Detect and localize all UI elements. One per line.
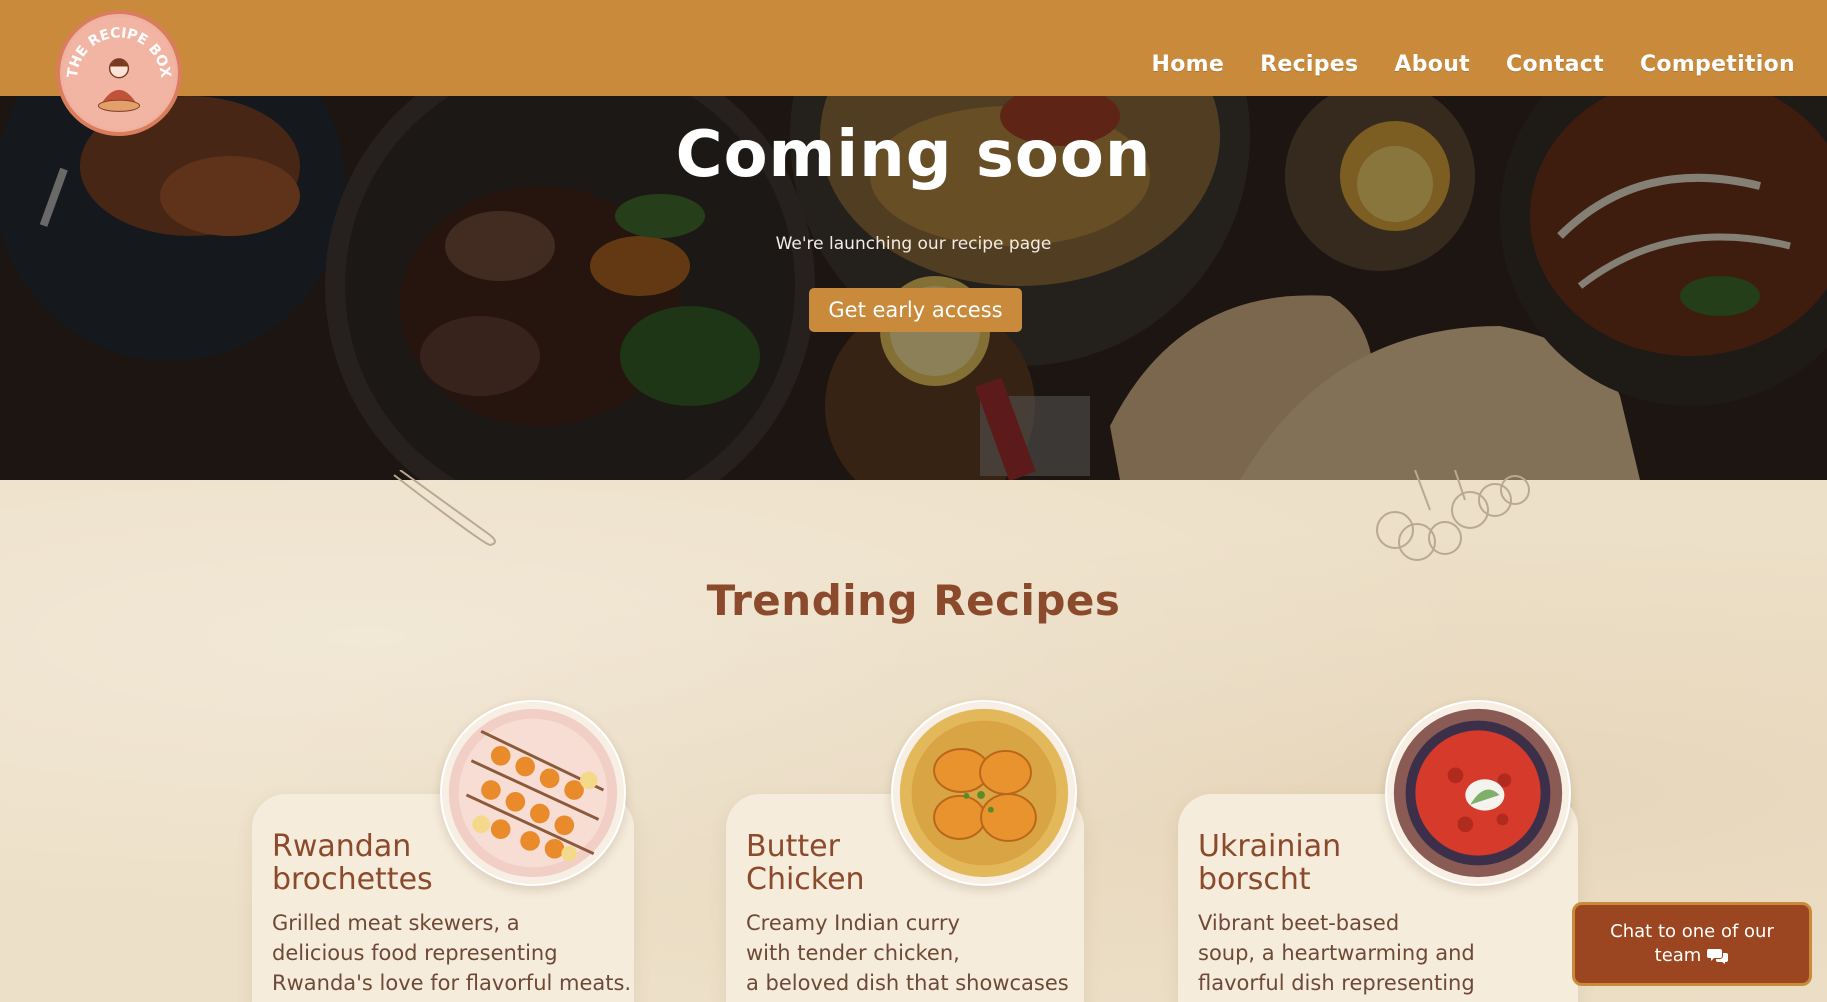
card-description: Creamy Indian curry with tender chicken,… [746, 911, 1069, 995]
nav-competition-link[interactable]: Competition [1640, 52, 1795, 77]
chat-label-line1: Chat to one of our [1610, 921, 1774, 942]
main-nav: Home Recipes About Contact Competition [1152, 52, 1795, 77]
site-header: Home Recipes About Contact Competition [0, 0, 1827, 96]
hero-title: Coming soon [675, 118, 1152, 192]
card-title: Butter Chicken [746, 829, 865, 897]
chat-bubbles-icon [1707, 949, 1729, 964]
butter-chicken-plate-icon[interactable] [891, 700, 1077, 886]
broccoli-sketch-icon [1376, 470, 1530, 561]
nav-about-link[interactable]: About [1394, 52, 1470, 77]
card-title: Rwandan brochettes [272, 829, 433, 897]
chat-with-team-button[interactable]: Chat to one of our team [1572, 902, 1812, 986]
chat-label-line2: team [1654, 945, 1702, 966]
section-title: Trending Recipes [706, 576, 1121, 625]
borscht-bowl-icon[interactable] [1385, 700, 1571, 886]
hero-subtitle: We're launching our recipe page [775, 234, 1052, 254]
nav-recipes-link[interactable]: Recipes [1260, 52, 1358, 77]
get-early-access-button[interactable]: Get early access [809, 288, 1022, 332]
card-description: Grilled meat skewers, a delicious food r… [272, 911, 632, 995]
card-description: Vibrant beet-based soup, a heartwarming … [1198, 911, 1475, 995]
recipe-box-logo[interactable]: THE RECIPE BOX [56, 10, 182, 136]
hero-banner: Coming soon We're launching our recipe p… [0, 96, 1827, 480]
nav-contact-link[interactable]: Contact [1506, 52, 1604, 77]
logo-illustration-icon: THE RECIPE BOX [62, 16, 176, 130]
skewers-plate-icon[interactable] [440, 700, 626, 886]
spoon-sketch-icon [393, 470, 496, 547]
card-title: Ukrainian borscht [1198, 829, 1342, 897]
nav-home-link[interactable]: Home [1152, 52, 1225, 77]
